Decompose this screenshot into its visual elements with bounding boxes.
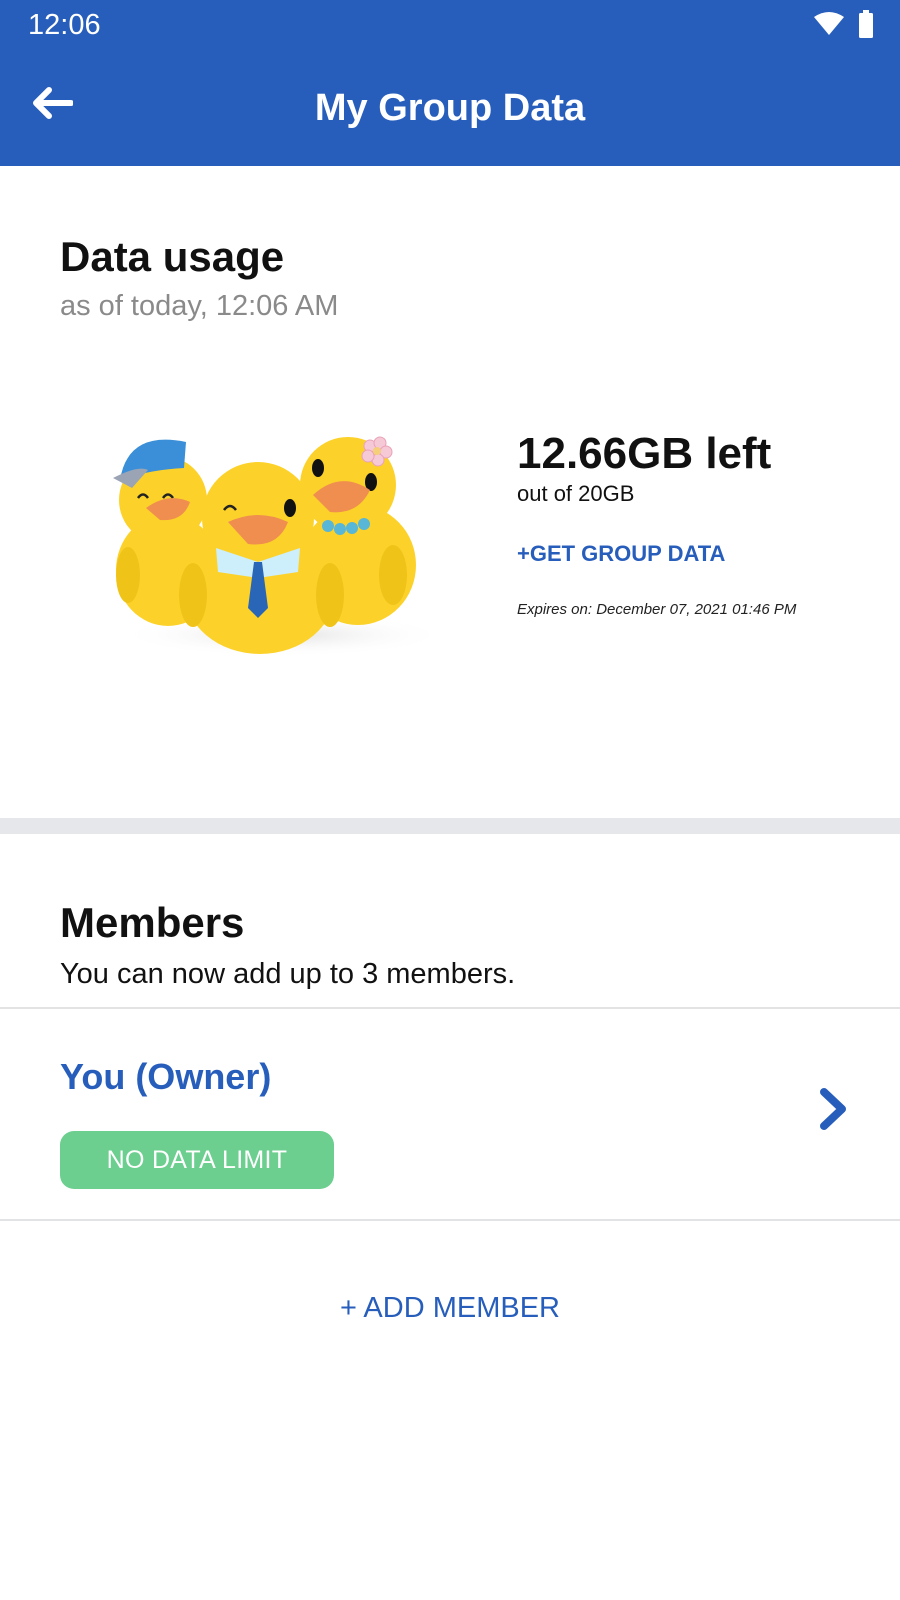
expiry-date: Expires on: December 07, 2021 01:46 PM [517,601,797,618]
ducks-illustration [108,430,448,660]
battery-icon [858,10,874,43]
members-subtitle: You can now add up to 3 members. [60,958,516,990]
data-remaining: 12.66GB left [517,429,772,478]
data-usage-header: Data usage as of today, 12:06 AM [60,232,338,324]
member-row-owner[interactable]: You (Owner) NO DATA LIMIT [0,1009,900,1219]
add-member-button[interactable]: + ADD MEMBER [0,1290,900,1326]
status-time: 12:06 [28,9,101,41]
chevron-right-icon[interactable] [816,1087,850,1131]
members-title: Members [60,899,245,946]
data-usage-timestamp: as of today, 12:06 AM [60,290,339,322]
get-group-data-button[interactable]: +GET GROUP DATA [517,540,725,568]
data-remaining-panel: 12.66GB left out of 20GB +GET GROUP DATA… [517,428,796,620]
app-bar: 12:06 My Group Data [0,0,900,166]
members-header: Members You can now add up to 3 members. [60,898,515,992]
member-name: You (Owner) [60,1056,272,1097]
section-divider [0,818,900,834]
page-title: My Group Data [314,87,586,129]
wifi-icon [814,12,844,41]
status-badge: NO DATA LIMIT [60,1131,334,1189]
data-usage-title: Data usage [60,233,285,280]
status-icons [814,10,874,43]
divider [0,1219,900,1221]
data-total: out of 20GB [517,481,635,506]
